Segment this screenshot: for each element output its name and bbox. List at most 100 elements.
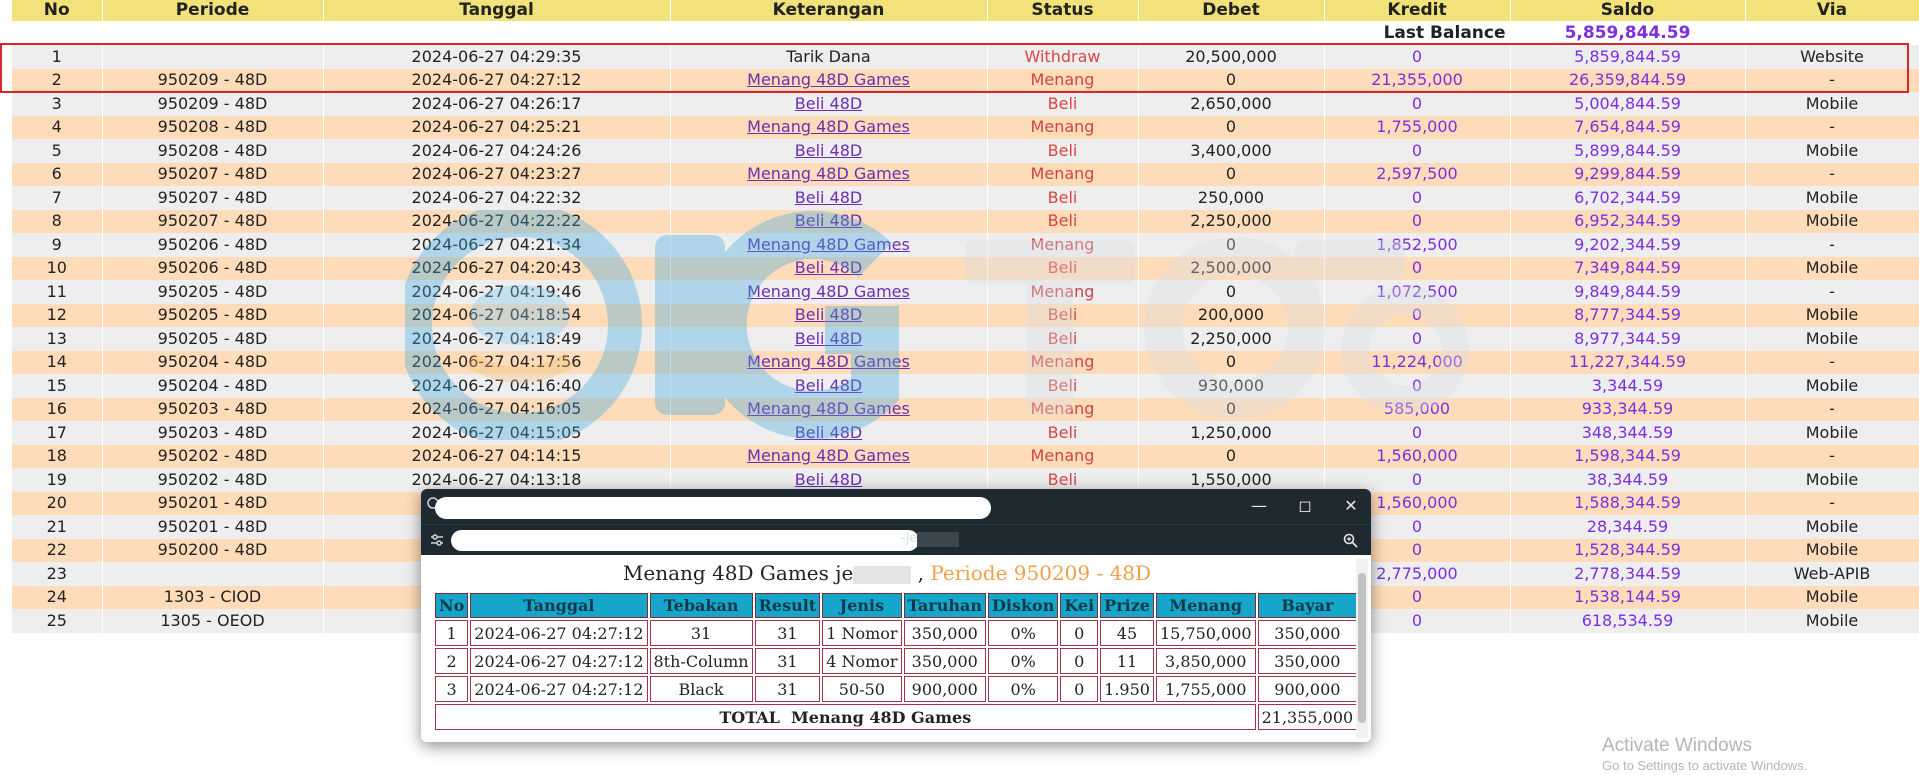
keterangan-link[interactable]: Beli 48D <box>795 305 862 324</box>
cell-keterangan: Menang 48D Games <box>670 115 988 139</box>
table-row: 13 950205 - 48D 2024-06-27 04:18:49 Beli 48… <box>12 327 1919 351</box>
keterangan-link[interactable]: Menang 48D Games <box>747 70 910 89</box>
keterangan-link[interactable]: Beli 48D <box>795 94 862 113</box>
window-content: Menang 48D Games je , Periode 950209 - 4… <box>421 555 1371 742</box>
cell-saldo: 8,777,344.59 <box>1510 303 1746 327</box>
bet-cell-jenis: 4 Nomor <box>822 648 902 674</box>
cell-periode: 950201 - 48D <box>102 515 324 539</box>
cell-periode: 950205 - 48D <box>102 280 324 304</box>
cell-keterangan: Beli 48D <box>670 139 988 163</box>
keterangan-link[interactable]: Beli 48D <box>795 470 862 489</box>
close-button[interactable]: ✕ <box>1340 495 1362 517</box>
cell-tanggal: 2024-06-27 04:26:17 <box>323 92 671 116</box>
cell-saldo: 1,598,344.59 <box>1510 444 1746 468</box>
cell-via: - <box>1745 397 1919 421</box>
cell-kredit: 1,072,500 <box>1324 280 1511 304</box>
username-redacted <box>853 565 912 584</box>
keterangan-link[interactable]: Menang 48D Games <box>747 282 910 301</box>
bet-cell-jenis: 50-50 <box>822 676 902 702</box>
keterangan-link[interactable]: Beli 48D <box>795 188 862 207</box>
activate-windows-notice: Activate Windows Go to Settings to activ… <box>1602 735 1807 775</box>
cell-saldo: 618,534.59 <box>1510 609 1746 633</box>
address-bar: -je <box>421 524 1371 556</box>
bet-cell-kei: 0 <box>1060 648 1099 674</box>
maximize-button[interactable]: ◻ <box>1294 495 1316 517</box>
cell-keterangan: Beli 48D <box>670 303 988 327</box>
cell-periode: 1305 - OEOD <box>102 609 324 633</box>
cell-periode <box>102 562 324 586</box>
cell-no: 24 <box>12 585 103 609</box>
column-header-debet: Debet <box>1138 0 1325 21</box>
keterangan-link[interactable]: Beli 48D <box>795 141 862 160</box>
cell-no: 18 <box>12 444 103 468</box>
cell-kredit: 1,755,000 <box>1324 115 1511 139</box>
table-row: 5 950208 - 48D 2024-06-27 04:24:26 Beli 48D… <box>12 139 1919 163</box>
cell-via: - <box>1745 491 1919 515</box>
table-row: 6 950207 - 48D 2024-06-27 04:23:27 Menang 4… <box>12 162 1919 186</box>
cell-saldo: 2,778,344.59 <box>1510 562 1746 586</box>
cell-tanggal: 2024-06-27 04:23:27 <box>323 162 671 186</box>
cell-periode: 950202 - 48D <box>102 444 324 468</box>
keterangan-link[interactable]: Menang 48D Games <box>747 235 910 254</box>
bet-cell-menang: 1,755,000 <box>1155 676 1256 702</box>
keterangan-link[interactable]: Menang 48D Games <box>747 164 910 183</box>
cell-saldo: 8,977,344.59 <box>1510 327 1746 351</box>
cell-tanggal: 2024-06-27 04:27:12 <box>323 68 671 92</box>
cell-debet: 2,250,000 <box>1138 209 1325 233</box>
minimize-button[interactable]: — <box>1248 495 1270 517</box>
cell-kredit: 0 <box>1324 139 1511 163</box>
keterangan-link[interactable]: Menang 48D Games <box>747 399 910 418</box>
cell-kredit: 0 <box>1324 468 1511 492</box>
cell-via: Mobile <box>1745 139 1919 163</box>
cell-kredit: 1,852,500 <box>1324 233 1511 257</box>
window-title-redacted <box>435 497 991 519</box>
bet-cell-kei: 0 <box>1060 620 1099 646</box>
cell-saldo: 9,849,844.59 <box>1510 280 1746 304</box>
cell-debet: 0 <box>1138 444 1325 468</box>
cell-saldo: 1,588,344.59 <box>1510 491 1746 515</box>
keterangan-link[interactable]: Beli 48D <box>795 423 862 442</box>
cell-no: 7 <box>12 186 103 210</box>
cell-kredit: 0 <box>1324 327 1511 351</box>
scrollbar-thumb[interactable] <box>1358 573 1366 723</box>
bet-cell-tanggal: 2024-06-27 04:27:12 <box>470 676 648 702</box>
cell-status: Menang <box>987 280 1139 304</box>
cell-kredit: 0 <box>1324 374 1511 398</box>
cell-via: - <box>1745 162 1919 186</box>
keterangan-link[interactable]: Menang 48D Games <box>747 117 910 136</box>
cell-keterangan: Menang 48D Games <box>670 397 988 421</box>
keterangan-link[interactable]: Beli 48D <box>795 211 862 230</box>
table-row: 19 950202 - 48D 2024-06-27 04:13:18 Beli 48… <box>12 468 1919 492</box>
cell-tanggal: 2024-06-27 04:16:05 <box>323 397 671 421</box>
site-settings-icon[interactable] <box>430 533 444 547</box>
cell-no: 6 <box>12 162 103 186</box>
cell-status: Beli <box>987 256 1139 280</box>
url-redacted[interactable] <box>451 530 919 551</box>
keterangan-link[interactable]: Beli 48D <box>795 376 862 395</box>
cell-kredit: 1,560,000 <box>1324 444 1511 468</box>
keterangan-link[interactable]: Beli 48D <box>795 258 862 277</box>
bet-cell-kei: 0 <box>1060 676 1099 702</box>
cell-via: Mobile <box>1745 209 1919 233</box>
column-header-periode: Periode <box>102 0 324 21</box>
bet-cell-jenis: 1 Nomor <box>822 620 902 646</box>
cell-keterangan: Beli 48D <box>670 374 988 398</box>
cell-no: 17 <box>12 421 103 445</box>
cell-no: 4 <box>12 115 103 139</box>
cell-no: 13 <box>12 327 103 351</box>
cell-debet: 1,250,000 <box>1138 421 1325 445</box>
cell-kredit: 0 <box>1324 256 1511 280</box>
cell-saldo: 3,344.59 <box>1510 374 1746 398</box>
keterangan-link[interactable]: Beli 48D <box>795 329 862 348</box>
keterangan-link[interactable]: Menang 48D Games <box>747 446 910 465</box>
zoom-icon[interactable] <box>1343 533 1358 548</box>
bet-cell-result: 31 <box>754 620 821 646</box>
cell-via: Mobile <box>1745 609 1919 633</box>
bet-header-jenis: Jenis <box>822 593 902 618</box>
cell-debet: 1,550,000 <box>1138 468 1325 492</box>
cell-via: Mobile <box>1745 515 1919 539</box>
keterangan-link[interactable]: Menang 48D Games <box>747 352 910 371</box>
column-header-no: No <box>12 0 103 21</box>
cell-status: Beli <box>987 92 1139 116</box>
cell-saldo: 28,344.59 <box>1510 515 1746 539</box>
